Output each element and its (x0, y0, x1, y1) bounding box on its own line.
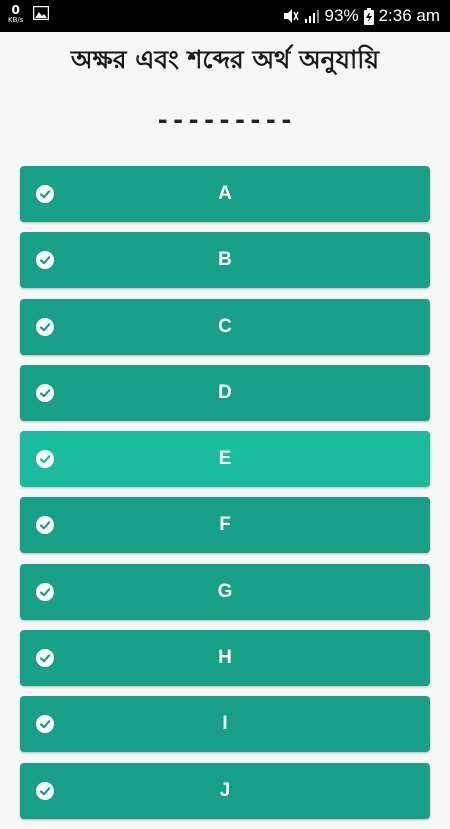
list-item-label: C (218, 315, 232, 337)
list-item-label: G (217, 580, 233, 602)
list-item-selected[interactable]: E (20, 431, 430, 488)
list-item[interactable]: I (20, 696, 430, 753)
list-item-label: H (218, 647, 232, 669)
mute-icon (283, 9, 299, 23)
list-item-label: A (218, 183, 232, 204)
list-item[interactable]: F (20, 497, 430, 554)
battery-icon (363, 7, 374, 25)
network-speed-value: 0 (11, 3, 20, 17)
list-item-label: B (218, 249, 232, 271)
page-title: অক্ষর এবং শব্দের অর্থ অনুযায়ি (70, 45, 380, 74)
list-item-label: J (219, 779, 231, 801)
list-item-label: F (219, 514, 231, 536)
list-item[interactable]: H (20, 630, 430, 687)
network-speed: 0 KB/s (8, 4, 23, 24)
list-item[interactable]: C (20, 298, 430, 355)
option-list: A B C D E F G H I J (20, 166, 430, 829)
battery-percent: 93% (324, 6, 359, 25)
clock: 2:36 am (378, 6, 440, 25)
list-item-label: E (218, 448, 232, 470)
list-item[interactable]: D (20, 364, 430, 421)
list-item[interactable]: A (20, 166, 430, 222)
page-subtitle: --------- (155, 106, 295, 134)
list-item-label: D (218, 381, 232, 403)
list-item[interactable]: B (20, 232, 430, 289)
network-speed-unit: KB/s (8, 16, 24, 24)
list-item-label: I (222, 713, 228, 735)
list-item[interactable]: J (20, 762, 430, 819)
signal-icon (304, 10, 319, 23)
list-item[interactable]: G (20, 563, 430, 620)
gallery-icon (33, 6, 50, 20)
status-bar: 0 KB/s 93% 2:36 am (0, 0, 450, 32)
